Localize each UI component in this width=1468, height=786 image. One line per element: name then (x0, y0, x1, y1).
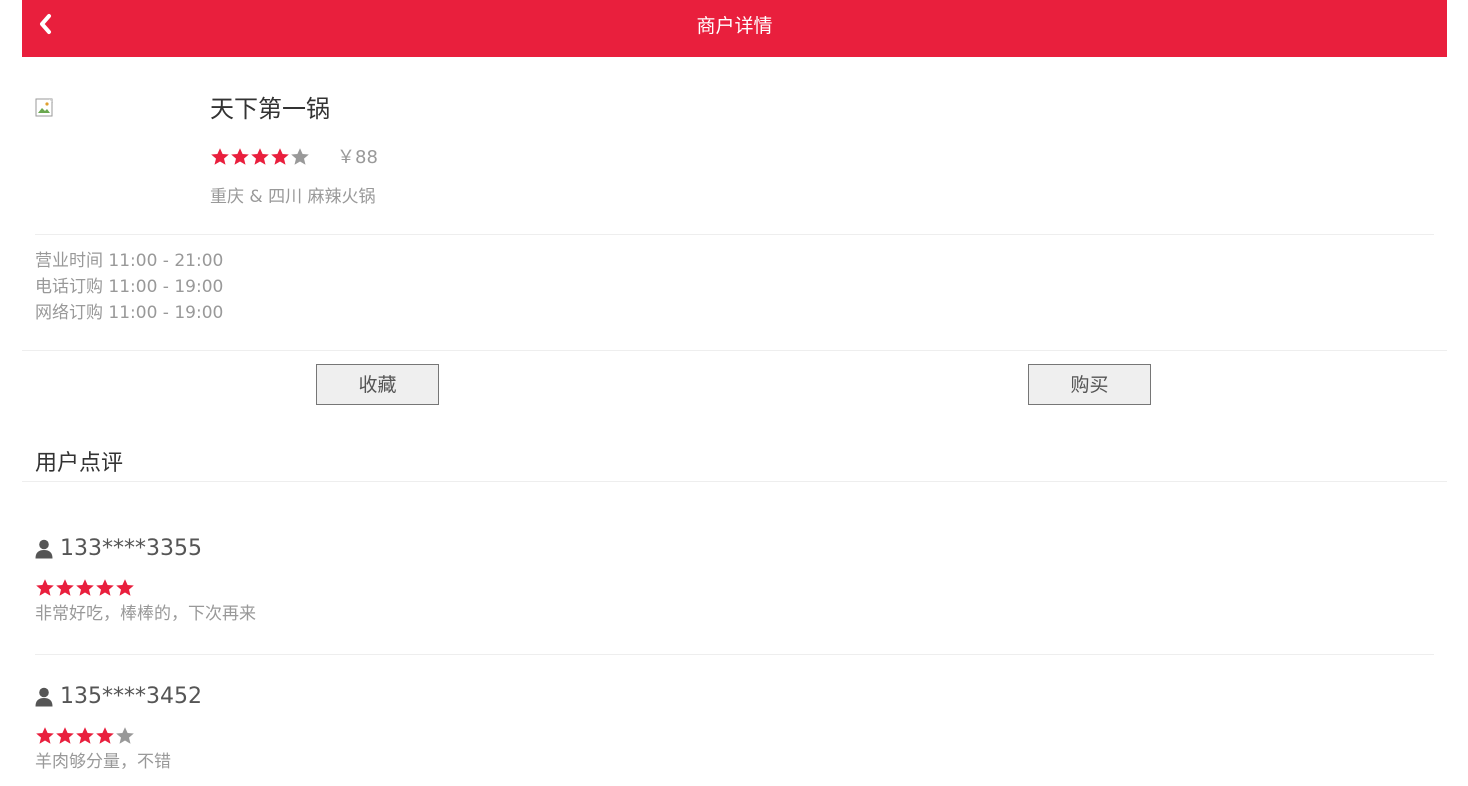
review-user-name: 135****3452 (60, 684, 202, 709)
shop-price: ￥88 (337, 147, 378, 168)
divider (35, 654, 1434, 655)
star-filled-icon (36, 727, 54, 744)
star-filled-icon (231, 148, 249, 165)
review-rating-stars (35, 578, 135, 598)
star-filled-icon (96, 727, 114, 744)
star-filled-icon (211, 148, 229, 165)
star-filled-icon (251, 148, 269, 165)
review-user: 135****3452 (35, 683, 202, 711)
divider (22, 350, 1447, 351)
online-order-hours: 网络订购 11:00 - 19:00 (35, 303, 224, 323)
review-comment: 羊肉够分量，不错 (35, 752, 171, 772)
star-filled-icon (116, 579, 134, 596)
divider (35, 234, 1434, 235)
star-filled-icon (271, 148, 289, 165)
user-icon (35, 687, 53, 707)
hours-block: 营业时间 11:00 - 21:00 电话订购 11:00 - 19:00 网络… (35, 248, 223, 326)
phone-order-hours: 电话订购 11:00 - 19:00 (35, 277, 224, 297)
user-icon (35, 539, 53, 559)
star-filled-icon (96, 579, 114, 596)
page-title: 商户详情 (696, 15, 773, 37)
star-filled-icon (36, 579, 54, 596)
review-user-name: 133****3355 (60, 536, 202, 561)
star-filled-icon (56, 727, 74, 744)
review-rating-stars (35, 726, 135, 746)
star-empty-icon (116, 727, 134, 744)
review-comment: 非常好吃，棒棒的，下次再来 (35, 604, 256, 624)
star-filled-icon (76, 727, 94, 744)
shop-name: 天下第一锅 (210, 95, 330, 123)
buy-button[interactable]: 购买 (1028, 364, 1151, 405)
shop-rating-stars (210, 147, 310, 167)
review-user: 133****3355 (35, 535, 202, 563)
shop-image (35, 98, 55, 118)
reviews-section-title: 用户点评 (35, 451, 124, 476)
favorite-button[interactable]: 收藏 (316, 364, 439, 405)
shop-category: 重庆 & 四川 麻辣火锅 (210, 187, 376, 207)
merchant-detail-page: 商户详情 天下第一锅 ￥88 重庆 & 四川 麻辣火锅 营业时间 11:00 -… (0, 0, 1468, 786)
broken-image-icon (35, 98, 53, 117)
business-hours: 营业时间 11:00 - 21:00 (35, 251, 224, 271)
star-filled-icon (56, 579, 74, 596)
top-bar: 商户详情 (22, 0, 1447, 57)
star-filled-icon (76, 579, 94, 596)
star-empty-icon (291, 148, 309, 165)
divider (22, 481, 1447, 482)
